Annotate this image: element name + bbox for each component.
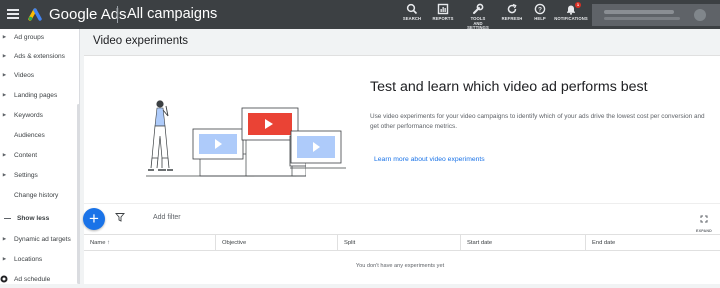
menu-icon[interactable] bbox=[7, 9, 19, 19]
sidebar-item-label: Landing pages bbox=[14, 91, 58, 99]
brand-name[interactable]: Google Ads bbox=[49, 6, 127, 23]
refresh-button[interactable]: REFRESH bbox=[502, 3, 522, 22]
help-label: HELP bbox=[534, 16, 546, 21]
sidebar-item-label: Content bbox=[14, 151, 38, 159]
column-label: Objective bbox=[222, 240, 247, 246]
account-switcher[interactable] bbox=[592, 4, 720, 26]
column-header-start-date[interactable]: Start date bbox=[460, 235, 585, 251]
search-icon bbox=[406, 3, 418, 15]
filter-icon[interactable] bbox=[115, 212, 125, 222]
learn-more-link[interactable]: Learn more about video experiments bbox=[374, 156, 485, 163]
caret-right-icon: ▶ bbox=[2, 256, 7, 261]
sidebar-item-ads-extensions[interactable]: ▶ Ads & extensions bbox=[0, 47, 78, 65]
sidebar-item-settings[interactable]: ▶ Settings bbox=[0, 166, 78, 184]
brand-divider bbox=[117, 6, 118, 23]
sidebar-item-label: Dynamic ad targets bbox=[14, 235, 71, 243]
breadcrumb[interactable]: All campaigns bbox=[127, 6, 217, 22]
top-bar: Google Ads All campaigns SEARCH REPORTS … bbox=[0, 0, 720, 31]
sort-arrow-icon: ↑ bbox=[107, 240, 110, 246]
video-experiments-illustration bbox=[146, 100, 306, 177]
column-label: Start date bbox=[467, 240, 493, 246]
sidebar-item-videos[interactable]: ▶ Videos bbox=[0, 66, 78, 84]
column-header-end-date[interactable]: End date bbox=[585, 235, 720, 251]
help-button[interactable]: ? HELP bbox=[533, 3, 547, 22]
empty-state-message: You don't have any experiments yet bbox=[355, 263, 445, 269]
caret-right-icon: ▶ bbox=[2, 236, 7, 241]
tools-and-settings-label: TOOLS AND SETTINGS bbox=[467, 16, 489, 30]
help-icon: ? bbox=[534, 3, 546, 15]
notifications-label: NOTIFICATIONS bbox=[554, 16, 588, 21]
show-less-button[interactable]: Show less bbox=[0, 209, 78, 227]
account-id-redacted bbox=[604, 10, 674, 14]
mouse-cursor-icon bbox=[0, 275, 8, 283]
reports-icon bbox=[437, 3, 449, 15]
sidebar-item-landing-pages[interactable]: ▶ Landing pages bbox=[0, 86, 78, 104]
expand-icon bbox=[700, 215, 708, 223]
sidebar-item-label: Locations bbox=[14, 255, 43, 263]
sidebar-item-label: Settings bbox=[14, 171, 38, 179]
wrench-icon bbox=[473, 3, 484, 14]
caret-right-icon: ▶ bbox=[2, 172, 7, 177]
page-title: Video experiments bbox=[93, 35, 189, 47]
reports-label: REPORTS bbox=[432, 16, 454, 21]
sidebar-item-label: Ads & extensions bbox=[14, 52, 65, 60]
sidebar-item-keywords[interactable]: ▶ Keywords bbox=[0, 106, 78, 124]
add-filter-button[interactable]: Add filter bbox=[153, 214, 181, 221]
sidebar-item-ad-groups[interactable]: ▶ Ad groups bbox=[0, 28, 78, 46]
refresh-label: REFRESH bbox=[501, 16, 523, 21]
avatar[interactable] bbox=[694, 9, 706, 21]
tools-and-settings-button[interactable]: TOOLS AND SETTINGS bbox=[465, 3, 491, 31]
sidebar-item-label: Ad schedule bbox=[14, 275, 51, 283]
expand-label: EXPAND bbox=[696, 229, 712, 233]
add-experiment-button[interactable]: + bbox=[83, 208, 105, 230]
sidebar-item-locations[interactable]: ▶ Locations bbox=[0, 250, 78, 268]
caret-right-icon: ▶ bbox=[2, 34, 7, 39]
notification-badge: 1 bbox=[575, 2, 581, 8]
column-header-split[interactable]: Split bbox=[337, 235, 460, 251]
video-card-left bbox=[192, 128, 244, 160]
svg-text:?: ? bbox=[538, 6, 542, 13]
caret-right-icon: ▶ bbox=[2, 152, 7, 157]
sidebar-item-dynamic-ad-targets[interactable]: ▶ Dynamic ad targets bbox=[0, 230, 78, 248]
refresh-icon bbox=[507, 3, 517, 14]
sidebar-item-label: Keywords bbox=[14, 111, 43, 119]
google-ads-logo-icon[interactable] bbox=[28, 7, 44, 21]
column-label: Split bbox=[344, 240, 356, 246]
column-header-name[interactable]: Name ↑ bbox=[84, 235, 215, 251]
sidebar-item-label: Change history bbox=[14, 191, 59, 199]
hero-title: Test and learn which video ad performs b… bbox=[370, 79, 648, 95]
column-label: End date bbox=[592, 240, 616, 246]
sidebar-item-audiences[interactable]: Audiences bbox=[0, 126, 78, 144]
sidebar: ▶ Ad groups ▶ Ads & extensions ▶ Videos ▶ La… bbox=[0, 29, 80, 284]
sidebar-item-change-history[interactable]: Change history bbox=[0, 186, 78, 204]
sidebar-item-ad-schedule[interactable]: ▶Ad schedule bbox=[0, 270, 78, 288]
sidebar-item-label: Audiences bbox=[14, 131, 45, 139]
sidebar-item-label: Videos bbox=[14, 71, 35, 79]
caret-right-icon: ▶ bbox=[2, 53, 7, 58]
search-button[interactable]: SEARCH bbox=[403, 3, 421, 22]
column-label: Name bbox=[90, 240, 106, 246]
sidebar-item-label: Ad groups bbox=[14, 33, 45, 41]
notifications-button[interactable]: 1 NOTIFICATIONS bbox=[554, 2, 588, 22]
person-illustration bbox=[148, 100, 173, 171]
caret-right-icon: ▶ bbox=[2, 112, 7, 117]
caret-right-icon: ▶ bbox=[2, 92, 7, 97]
hero-description: Use video experiments for your video cam… bbox=[370, 113, 705, 130]
collapse-icon bbox=[4, 217, 11, 219]
caret-right-icon: ▶ bbox=[2, 72, 7, 77]
search-label: SEARCH bbox=[402, 16, 422, 21]
expand-button[interactable]: EXPAND bbox=[695, 210, 713, 233]
column-header-objective[interactable]: Objective bbox=[215, 235, 337, 251]
sidebar-scrollbar[interactable] bbox=[77, 104, 80, 284]
toolbar-divider bbox=[84, 203, 720, 204]
sidebar-item-content[interactable]: ▶ Content bbox=[0, 146, 78, 164]
account-email-redacted bbox=[604, 17, 680, 20]
video-card-right-full bbox=[290, 130, 346, 169]
reports-button[interactable]: REPORTS bbox=[433, 3, 453, 22]
table-header: Name ↑ Objective Split Start date End da… bbox=[84, 234, 720, 251]
